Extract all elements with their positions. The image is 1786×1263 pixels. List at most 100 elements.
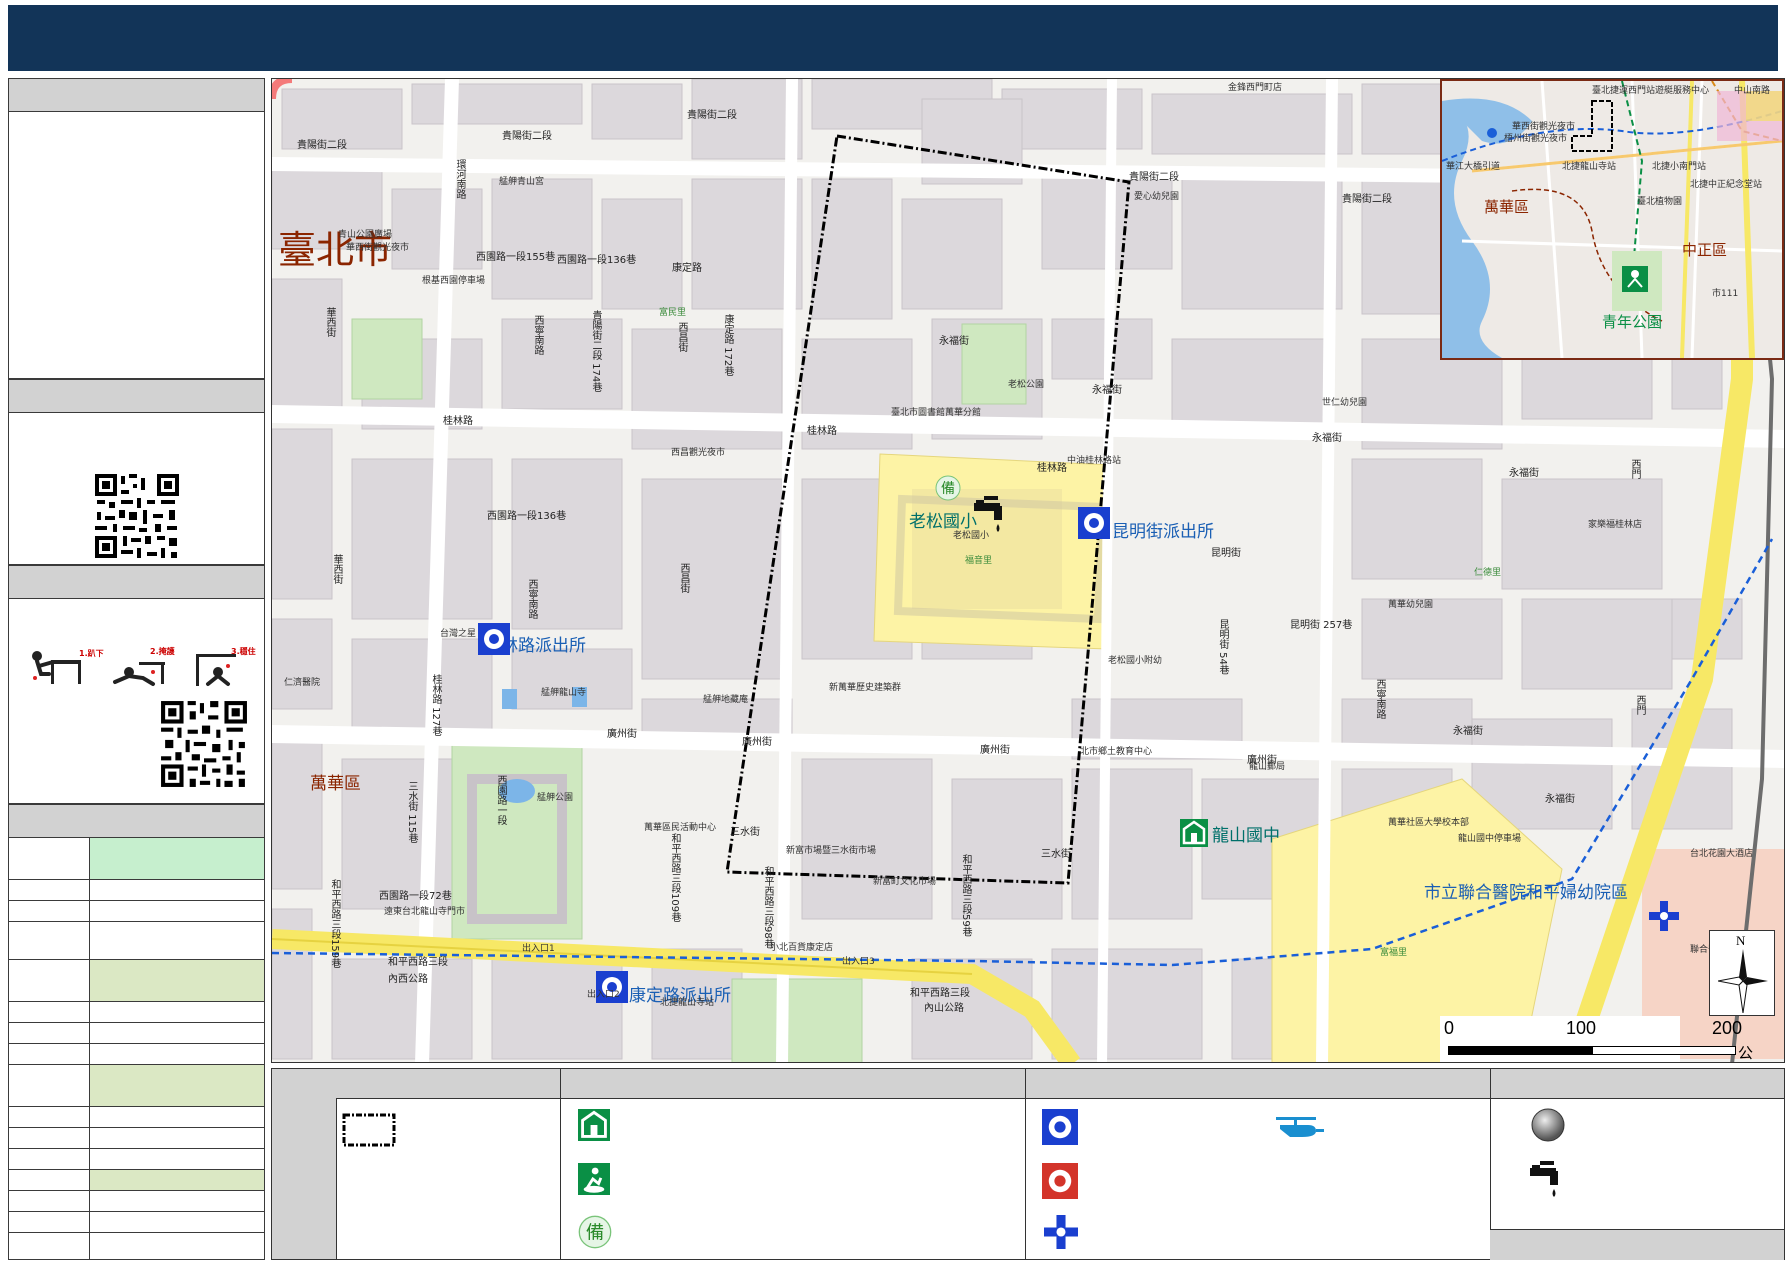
earthquake-panel: 1.趴下 2.掩護 3.穩住 [8,565,265,804]
street-label-vertical: 西寧南路 [526,579,537,619]
street-label: 三水街 [1041,849,1071,860]
qr-code-2[interactable] [159,699,249,789]
poi-small-label: 西昌觀光夜市 [671,448,726,458]
street-label: 西園路一段136巷 [557,255,637,266]
district-label: 萬華區 [310,774,361,794]
table-cell [8,1169,90,1191]
street-label-vertical: 環河南路 [454,159,465,199]
poi-small-label: 出入口1 [522,944,555,954]
street-label-vertical: 西寧南路 [532,315,543,355]
street-label: 貴陽街二段 [502,131,552,142]
legend-divider [1025,1069,1026,1259]
street-label: 和平西路三段 [388,957,448,968]
table-cell [8,837,90,880]
poi-hospital[interactable]: 市立聯合醫院和平婦幼院區 [1424,878,1628,903]
street-label-vertical: 桂林路 127巷 [430,674,441,737]
street-label: 永福街 [1312,433,1342,444]
street-label-vertical: 西寧南路 [1374,679,1385,719]
poi-small-label: 青山公園廣場 [338,230,393,240]
inset-label: 萬華區 [1484,198,1530,216]
inset-map[interactable]: 臺北捷運西門站遊艇服務中心 中山南路 萬華區 中正區 青年公園 華江大橋引道 北… [1440,79,1784,360]
poi-small-label: 愛心幼兒園 [1134,192,1180,202]
table-cell [89,921,265,960]
street-label: 貴陽街二段 [687,110,737,121]
compass-north-label: N [1736,933,1746,948]
table-cell [8,959,90,1002]
poi-small-label: 艋舺地藏庵 [703,695,749,705]
street-label-vertical: 三水街 115巷 [406,781,417,844]
boundary-icon [342,1113,396,1147]
shelter-table [8,837,265,1260]
fire-station-icon [1042,1163,1078,1199]
table-cell [8,1064,90,1107]
inset-label: 北捷中正紀念堂站 [1690,180,1763,190]
poi-small-label: 遠東台北龍山寺門市 [384,907,466,917]
street-label: 和平西路三段 [910,988,970,999]
poi-small-label: 艋舺青山宮 [499,177,545,187]
street-label-vertical: 和平西路三段159巷 [329,879,340,969]
poi-small-label: 艋舺公園 [537,793,574,803]
street-label-vertical: 和平西路三段98巷 [762,866,773,949]
poi-small-label: 中油桂林路站 [1067,456,1122,466]
street-label-vertical: 華西街 [324,307,335,337]
info-panel [8,78,265,379]
scale-tick-label: 200 [1712,1018,1743,1038]
street-label: 永福街 [1545,794,1575,805]
scale-bar-filled [1448,1046,1592,1055]
scale-tick-label: 0 [1444,1018,1455,1038]
water-tap-icon [1530,1161,1558,1197]
poi-small-label: 龍山國中停車場 [1458,834,1522,844]
hospital-icon [1044,1215,1078,1249]
street-label: 貴陽街二段 [1129,172,1179,183]
street-label: 永福街 [1092,385,1122,396]
street-label: 廣州街 [607,729,637,740]
street-label: 桂林路 [807,426,837,437]
evacuation-park-icon [578,1163,610,1195]
inset-label: 中正區 [1682,241,1728,259]
police-icon [1078,507,1110,539]
table-cell [89,1232,265,1260]
street-label: 康定路 [672,263,702,274]
table-cell [89,900,265,922]
poi-small-label: 台灣之星 [440,629,477,639]
table-cell [89,1022,265,1044]
shelter-table-panel [8,804,265,1260]
table-cell [89,1043,265,1065]
legend-divider [560,1069,561,1259]
poi-small-label: 新富町文化市場 [873,877,937,887]
inset-label: 華江大橋引道 [1446,162,1501,172]
street-label: 三水街 [730,827,760,838]
inset-label: 北捷龍山寺站 [1562,162,1617,172]
street-label-vertical: 昆明街 54巷 [1217,619,1228,675]
street-label-vertical: 康定路 172巷 [722,314,733,377]
well-icon [1531,1108,1565,1142]
poi-longshan-school[interactable]: 龍山國中 [1212,821,1280,846]
poi-small-label: 艋舺龍山寺 [541,688,587,698]
legend-header-row [336,1069,1784,1099]
inset-label: 臺北植物園 [1637,197,1683,207]
table-cell [89,1127,265,1149]
poi-small-label: 老松公園 [1008,380,1045,390]
poi-small-label: 老松國小附幼 [1108,656,1163,666]
poi-small-label: 福音里 [965,556,993,566]
poi-small-label: 新萬華歷史建築群 [829,683,902,693]
street-label: 西園路一段72巷 [379,891,452,902]
street-label-vertical: 西門 [1629,459,1640,479]
inset-label: 臺北捷運西門站遊艇服務中心 [1592,86,1710,96]
table-cell [89,1148,265,1170]
table-cell [8,1211,90,1233]
poi-kunming-police[interactable]: 昆明街派出所 [1112,517,1214,542]
qr-code[interactable] [93,472,181,560]
legend-side-head [272,1069,337,1259]
table-cell [8,921,90,960]
table-cell [89,1190,265,1212]
table-cell [89,1211,265,1233]
title-bar [8,5,1778,71]
helicopter-icon [1276,1117,1324,1137]
street-label: 桂林路 [443,416,473,427]
table-cell-highlight [89,837,265,880]
hold-pose-icon [196,654,236,686]
poi-small-label: 出入口2 [587,990,620,1000]
main-map[interactable]: 臺北市 萬華區 老松國小 桂林路派出所 昆明街派出所 康定路派出所 龍山國中 市… [271,78,1785,1063]
street-label: 昆明街 [1211,548,1241,559]
